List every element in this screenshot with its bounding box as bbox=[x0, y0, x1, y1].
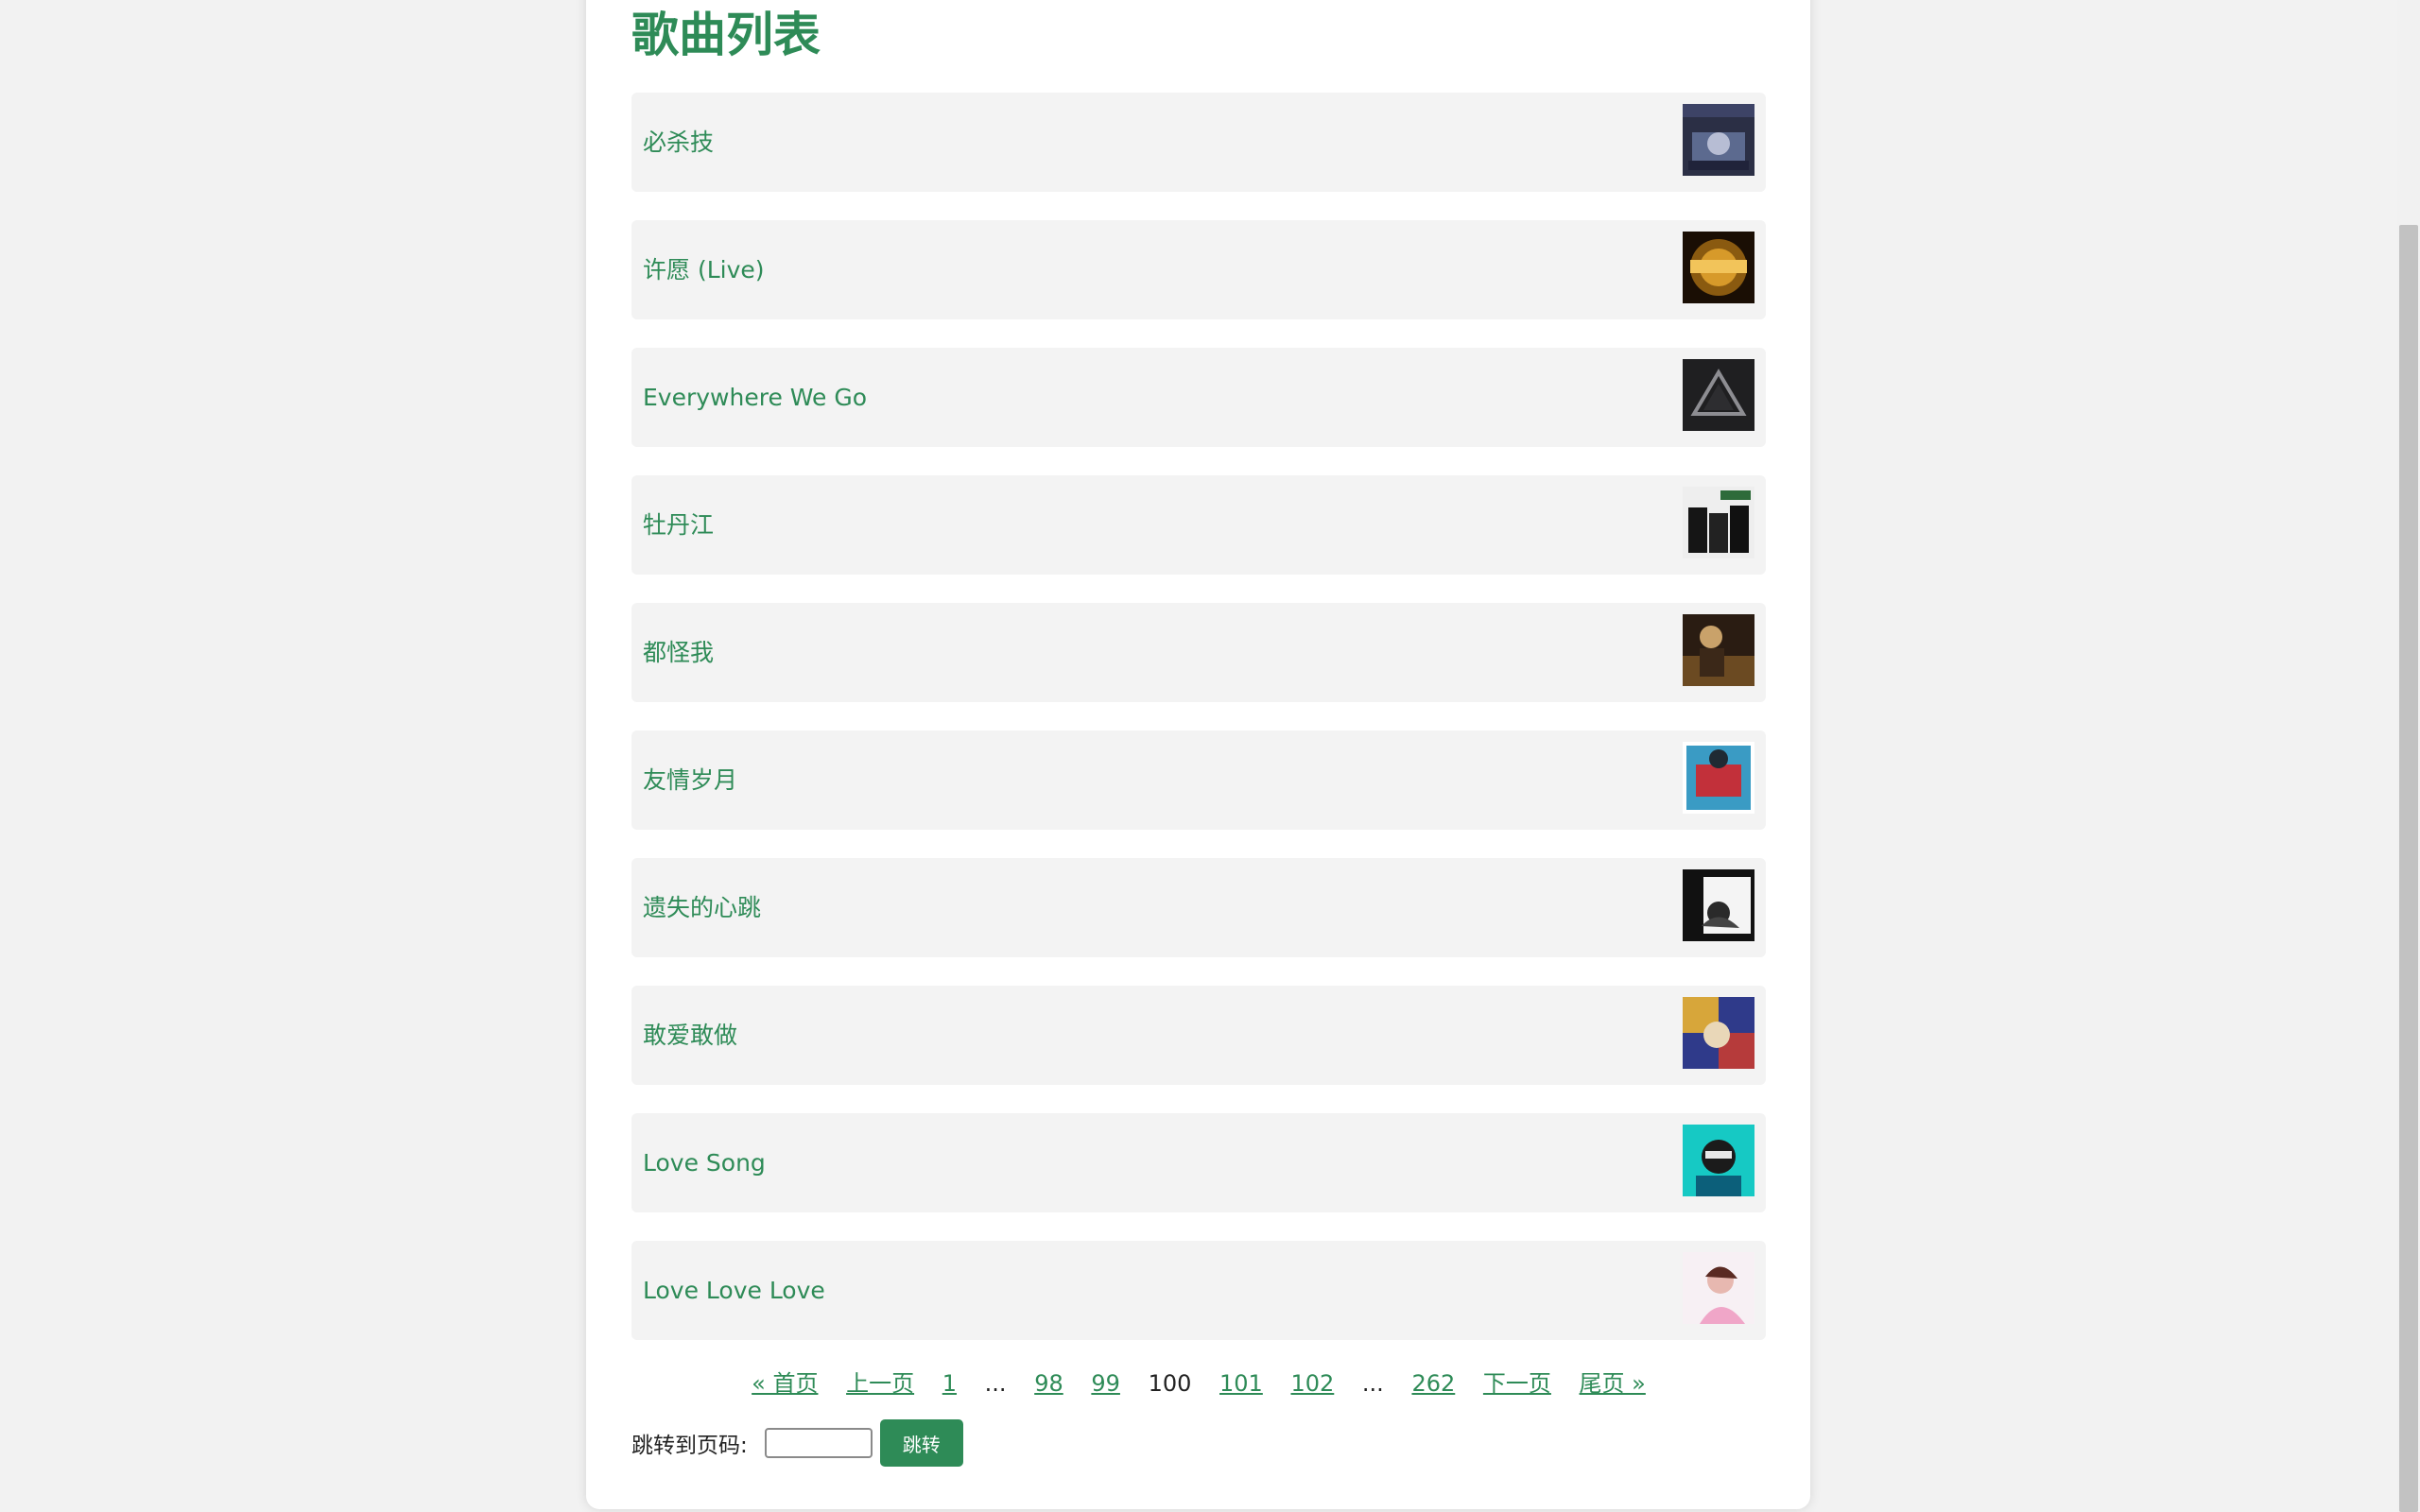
album-cover-9 bbox=[1683, 1125, 1754, 1196]
pagination-page-101[interactable]: 101 bbox=[1219, 1370, 1263, 1397]
song-title[interactable]: 都怪我 bbox=[643, 603, 714, 702]
pagination-prev[interactable]: 上一页 bbox=[846, 1370, 914, 1397]
pagination-page-102[interactable]: 102 bbox=[1290, 1370, 1334, 1397]
song-title[interactable]: Love Song bbox=[643, 1113, 766, 1212]
pagination-page-98[interactable]: 98 bbox=[1034, 1370, 1063, 1397]
album-cover-2 bbox=[1683, 232, 1754, 303]
song-item-9[interactable]: Love Song bbox=[631, 1113, 1766, 1212]
song-title[interactable]: 友情岁月 bbox=[643, 730, 737, 830]
album-cover-1 bbox=[1683, 104, 1754, 176]
song-item-5[interactable]: 都怪我 bbox=[631, 603, 1766, 702]
song-item-1[interactable]: 必杀技 bbox=[631, 93, 1766, 192]
pagination-first[interactable]: « 首页 bbox=[752, 1370, 818, 1397]
album-cover-10 bbox=[1683, 1252, 1754, 1324]
song-item-8[interactable]: 敢爱敢做 bbox=[631, 986, 1766, 1085]
album-cover-3 bbox=[1683, 359, 1754, 431]
pagination-next[interactable]: 下一页 bbox=[1483, 1370, 1551, 1397]
album-cover-5 bbox=[1683, 614, 1754, 686]
album-cover-7 bbox=[1683, 869, 1754, 941]
song-title[interactable]: 牡丹江 bbox=[643, 475, 714, 575]
pagination-last[interactable]: 尾页 » bbox=[1580, 1370, 1646, 1397]
album-cover-8 bbox=[1683, 997, 1754, 1069]
page-title: 歌曲列表 bbox=[631, 8, 821, 62]
song-title[interactable]: 许愿 (Live) bbox=[643, 220, 765, 319]
song-item-10[interactable]: Love Love Love bbox=[631, 1241, 1766, 1340]
pagination-ellipsis: ... bbox=[984, 1370, 1007, 1397]
album-cover-4 bbox=[1683, 487, 1754, 558]
song-title[interactable]: 必杀技 bbox=[643, 93, 714, 192]
scrollbar-thumb[interactable] bbox=[2399, 225, 2418, 1512]
song-title[interactable]: Everywhere We Go bbox=[643, 348, 867, 447]
song-item-2[interactable]: 许愿 (Live) bbox=[631, 220, 1766, 319]
song-item-4[interactable]: 牡丹江 bbox=[631, 475, 1766, 575]
page-jump-button[interactable]: 跳转 bbox=[879, 1419, 963, 1467]
page-jump-input[interactable] bbox=[764, 1428, 873, 1458]
song-list: 必杀技 许愿 (Live) Everywhere We Go 牡丹江 都怪我 友… bbox=[631, 93, 1766, 1368]
pagination-page-1[interactable]: 1 bbox=[942, 1370, 957, 1397]
pagination: « 首页 上一页 1 ... 98 99 100 101 102 ... 262… bbox=[631, 1362, 1766, 1405]
page-jump-label: 跳转到页码: bbox=[631, 1434, 748, 1458]
pagination-ellipsis: ... bbox=[1361, 1370, 1384, 1397]
song-title[interactable]: 敢爱敢做 bbox=[643, 986, 737, 1085]
song-item-7[interactable]: 遗失的心跳 bbox=[631, 858, 1766, 957]
song-item-6[interactable]: 友情岁月 bbox=[631, 730, 1766, 830]
pagination-current-page: 100 bbox=[1148, 1370, 1192, 1397]
page-jump: 跳转到页码: 跳转 bbox=[631, 1419, 963, 1467]
song-item-3[interactable]: Everywhere We Go bbox=[631, 348, 1766, 447]
song-title[interactable]: 遗失的心跳 bbox=[643, 858, 761, 957]
vertical-scrollbar[interactable] bbox=[2397, 0, 2420, 1512]
song-title[interactable]: Love Love Love bbox=[643, 1241, 825, 1340]
pagination-page-99[interactable]: 99 bbox=[1091, 1370, 1120, 1397]
album-cover-6 bbox=[1683, 742, 1754, 814]
pagination-page-262[interactable]: 262 bbox=[1411, 1370, 1455, 1397]
